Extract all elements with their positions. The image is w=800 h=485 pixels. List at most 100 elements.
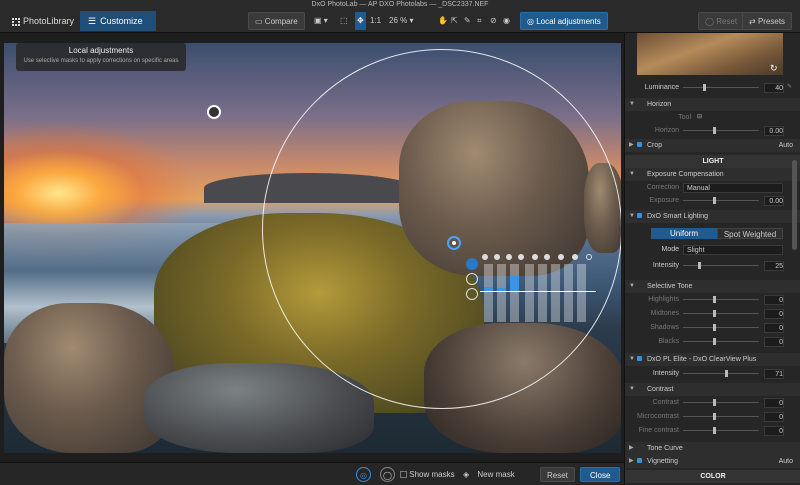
color-section-header[interactable]: COLOR bbox=[625, 470, 800, 483]
reset-button[interactable]: ◯ Reset bbox=[698, 12, 745, 30]
luminance-slider[interactable] bbox=[683, 84, 759, 91]
image-canvas[interactable]: Local adjustments Use selective masks to… bbox=[4, 43, 621, 453]
control-point-equalizer[interactable] bbox=[480, 254, 598, 326]
light-section-header[interactable]: LIGHT bbox=[625, 155, 800, 168]
new-mask-button[interactable]: ◈ New mask bbox=[463, 467, 515, 482]
highlights-slider[interactable] bbox=[683, 296, 759, 303]
sl-mode-select[interactable]: Slight bbox=[683, 245, 783, 255]
luminance-value[interactable]: 40 bbox=[764, 83, 784, 93]
local-adjustments-button[interactable]: ◎ Local adjustments bbox=[520, 12, 608, 30]
blacks-value[interactable]: 0 bbox=[764, 337, 784, 347]
sl-intensity-slider[interactable] bbox=[683, 262, 759, 269]
shadows-slider[interactable] bbox=[683, 324, 759, 331]
eq-mode-icons bbox=[466, 258, 480, 303]
eq-slider-3[interactable] bbox=[510, 264, 519, 322]
crop-enabled-icon[interactable] bbox=[637, 142, 642, 147]
contrast-mode-icon[interactable] bbox=[466, 288, 478, 300]
eq-slider-6[interactable] bbox=[551, 264, 560, 322]
show-masks-toggle[interactable]: Show masks bbox=[400, 467, 455, 482]
contrast-slider[interactable] bbox=[683, 399, 759, 406]
compare-button[interactable]: ▭ Compare bbox=[248, 12, 305, 30]
crop-auto[interactable]: Auto bbox=[779, 139, 793, 152]
eye-icon[interactable]: ◉ bbox=[503, 12, 510, 30]
clearview-intensity-value[interactable]: 71 bbox=[764, 369, 784, 379]
exposure-header[interactable]: ▼ Exposure Compensation bbox=[625, 168, 800, 181]
vignetting-enabled-icon[interactable] bbox=[637, 458, 642, 463]
eq-slider-8[interactable] bbox=[577, 264, 586, 322]
ratio-button[interactable]: 1:1 bbox=[370, 12, 381, 30]
sl-intensity-value[interactable]: 25 bbox=[764, 261, 784, 271]
show-masks-checkbox[interactable] bbox=[400, 471, 407, 479]
color-mode-icon[interactable] bbox=[466, 273, 478, 285]
smart-lighting-header[interactable]: ▼ DxO Smart Lighting bbox=[625, 210, 800, 223]
close-button[interactable]: Close bbox=[580, 467, 621, 482]
highlights-value[interactable]: 0 bbox=[764, 295, 784, 305]
vignetting-auto[interactable]: Auto bbox=[779, 455, 793, 468]
contrast-header[interactable]: ▼ Contrast bbox=[625, 383, 800, 396]
microcontrast-value[interactable]: 0 bbox=[764, 412, 784, 422]
horizon-slider[interactable] bbox=[683, 127, 759, 134]
level-tool-icon[interactable]: ⊟ bbox=[697, 111, 702, 124]
vignetting-header[interactable]: ▶ Vignetting Auto bbox=[625, 455, 800, 468]
selective-tone-header[interactable]: ▼ Selective Tone bbox=[625, 280, 800, 293]
uniform-button[interactable]: Uniform bbox=[651, 228, 717, 239]
control-point-pin[interactable] bbox=[207, 105, 221, 119]
eq-slider-7[interactable] bbox=[564, 264, 573, 322]
contrast-value[interactable]: 0 bbox=[764, 398, 784, 408]
clearview-header[interactable]: ▼ DxO PL Elite - DxO ClearView Plus bbox=[625, 353, 800, 366]
microcontrast-slider[interactable] bbox=[683, 413, 759, 420]
presets-button[interactable]: ⇄ Presets bbox=[742, 12, 793, 30]
eq-slider-4[interactable] bbox=[525, 264, 534, 322]
exposure-value[interactable]: 0.00 bbox=[764, 196, 784, 206]
target-icon: ◎ bbox=[527, 17, 534, 26]
midtones-value[interactable]: 0 bbox=[764, 309, 784, 319]
straighten-icon[interactable]: ⇱ bbox=[451, 12, 458, 30]
contrast-row: Contrast 0 bbox=[625, 396, 800, 409]
mask-radius-circle[interactable] bbox=[262, 49, 621, 409]
repair-icon[interactable]: ⊘ bbox=[490, 12, 497, 30]
fine-contrast-slider[interactable] bbox=[683, 427, 759, 434]
move-tool-icon[interactable]: ✥ bbox=[355, 12, 366, 30]
blacks-slider[interactable] bbox=[683, 338, 759, 345]
mask-reset-button[interactable]: Reset bbox=[540, 467, 575, 482]
window-title: DxO PhotoLab — AP DXO Photolabs — _DSC23… bbox=[0, 0, 800, 9]
clearview-intensity-slider[interactable] bbox=[683, 370, 759, 377]
contrast-title: Contrast bbox=[647, 386, 674, 393]
blacks-row: Blacks 0 bbox=[625, 335, 800, 348]
eyedropper-icon[interactable]: ✎ bbox=[464, 12, 471, 30]
split-view-icon[interactable]: ▣ ▾ bbox=[314, 12, 328, 30]
eq-slider-2[interactable] bbox=[497, 264, 506, 322]
refresh-icon[interactable]: ↻ bbox=[770, 63, 778, 74]
fit-screen-icon[interactable]: ⬚ bbox=[340, 12, 348, 30]
saturation-icon bbox=[544, 254, 550, 260]
control-point-mode-icon[interactable]: ◎ bbox=[356, 467, 371, 482]
horizon-value[interactable]: 0.00 bbox=[764, 126, 784, 136]
crop-header[interactable]: ▶ Crop Auto bbox=[625, 139, 800, 152]
sun-mode-icon[interactable] bbox=[466, 258, 478, 270]
mask-mode-icon[interactable]: ◯ bbox=[380, 467, 395, 482]
compare-icon: ▭ bbox=[255, 17, 263, 26]
crop-icon[interactable]: ⌗ bbox=[477, 12, 482, 30]
shadows-value[interactable]: 0 bbox=[764, 323, 784, 333]
hand-tool-icon[interactable]: ✋ bbox=[438, 12, 448, 30]
correction-select[interactable]: Manual bbox=[683, 183, 783, 193]
picker-icon[interactable]: ✎ bbox=[787, 81, 792, 94]
eq-slider-5[interactable] bbox=[538, 264, 547, 322]
horizon-header[interactable]: ▼ Horizon bbox=[625, 98, 800, 111]
tab-customize[interactable]: ☰ Customize bbox=[80, 11, 156, 31]
smart-lighting-enabled-icon[interactable] bbox=[637, 213, 642, 218]
control-point-center[interactable] bbox=[447, 236, 461, 250]
panel-scrollbar[interactable] bbox=[792, 160, 797, 250]
exposure-slider[interactable] bbox=[683, 197, 759, 204]
tab-photolibrary[interactable]: PhotoLibrary bbox=[4, 11, 82, 31]
luminance-row: Luminance 40 ✎ bbox=[625, 81, 800, 94]
collapse-icon: ▼ bbox=[629, 386, 635, 392]
fine-contrast-value[interactable]: 0 bbox=[764, 426, 784, 436]
eq-slider-1[interactable] bbox=[484, 264, 493, 322]
spot-weighted-button[interactable]: Spot Weighted bbox=[717, 228, 783, 239]
tone-curve-header[interactable]: ▶ Tone Curve bbox=[625, 442, 800, 455]
tab-photolibrary-label: PhotoLibrary bbox=[23, 16, 75, 26]
zoom-select[interactable]: 26 % ▾ bbox=[389, 12, 413, 30]
midtones-slider[interactable] bbox=[683, 310, 759, 317]
clearview-enabled-icon[interactable] bbox=[637, 356, 642, 361]
